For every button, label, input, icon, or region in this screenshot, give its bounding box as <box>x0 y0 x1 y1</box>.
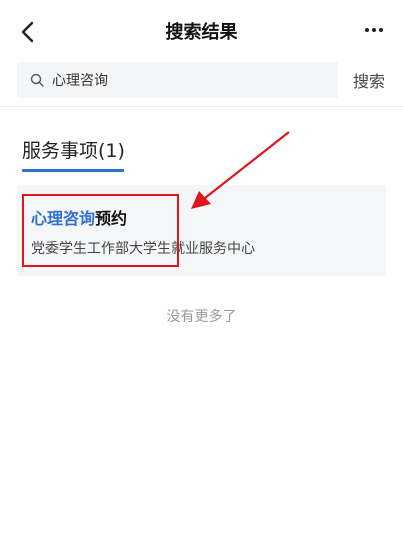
search-input[interactable]: 心理咨询 <box>17 62 338 98</box>
annotation-arrow-icon <box>191 131 290 209</box>
search-button[interactable]: 搜索 <box>353 68 385 92</box>
navbar: 搜索结果 <box>0 0 403 60</box>
dot-icon <box>379 28 383 32</box>
search-query-text: 心理咨询 <box>52 73 108 89</box>
no-more-results: 没有更多了 <box>166 309 237 325</box>
dot-icon <box>372 28 376 32</box>
search-icon <box>28 71 46 89</box>
more-options-button[interactable] <box>359 18 389 42</box>
page-title: 搜索结果 <box>165 22 238 43</box>
dot-icon <box>365 28 369 32</box>
divider <box>0 106 403 107</box>
annotation-highlight-box <box>22 194 179 267</box>
search-bar: 心理咨询 搜索 <box>0 62 403 102</box>
section-tab-services[interactable]: 服务事项(1) <box>22 136 125 163</box>
active-tab-indicator <box>22 169 124 172</box>
